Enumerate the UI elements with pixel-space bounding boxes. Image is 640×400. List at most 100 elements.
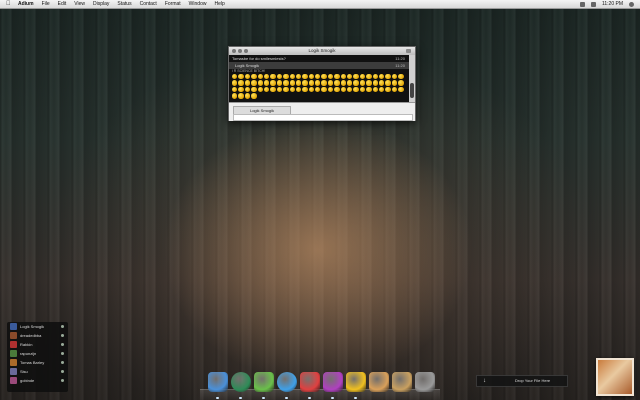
- buddy-avatar: [10, 359, 17, 366]
- minimize-window-icon[interactable]: [238, 49, 242, 53]
- trash-icon[interactable]: [415, 372, 435, 392]
- smiley-emoticon-icon: [340, 74, 347, 80]
- menu-format[interactable]: Format: [165, 0, 181, 8]
- smiley-emoticon-icon: [327, 74, 334, 80]
- spotlight-icon[interactable]: [629, 1, 634, 7]
- apple-menu-icon[interactable]: : [6, 0, 11, 8]
- buddy-avatar: [10, 332, 17, 339]
- buddy-status-icon: [61, 325, 64, 328]
- smiley-emoticon-icon: [372, 86, 378, 93]
- menu-contact[interactable]: Contact: [140, 0, 157, 8]
- toolbar-toggle-icon[interactable]: [406, 49, 411, 53]
- smiley-emoticon-icon: [391, 74, 398, 80]
- smiley-emoticon-icon: [391, 86, 398, 93]
- message-time: 11:20: [395, 56, 405, 61]
- menu-app-name[interactable]: Adium: [18, 0, 34, 8]
- buddy-status-icon: [61, 334, 64, 337]
- finder-icon[interactable]: [208, 372, 228, 392]
- smiley-emoticon-icon: [283, 74, 289, 80]
- smiley-emoticon-icon: [398, 74, 404, 80]
- smiley-emoticon-icon: [366, 74, 372, 80]
- smiley-emoticon-icon: [295, 80, 302, 86]
- smiley-emoticon-icon: [302, 86, 308, 93]
- smiley-emoticon-icon: [257, 80, 263, 86]
- buddy-list-item[interactable]: Logik Smogik: [7, 322, 68, 331]
- globe-icon[interactable]: [231, 372, 251, 392]
- smiley-emoticon-icon: [315, 80, 321, 86]
- message-scrollbar[interactable]: [409, 55, 415, 102]
- message-input[interactable]: [233, 114, 413, 121]
- smiley-emoticon-icon: [238, 80, 244, 86]
- smiley-emoticon-icon: [372, 74, 378, 80]
- smiley-emoticon-icon: [232, 93, 238, 99]
- smiley-emoticon-icon: [308, 74, 315, 80]
- drop-zone[interactable]: ↓ Drop Your File Here: [476, 375, 568, 387]
- wifi-icon[interactable]: [579, 1, 585, 7]
- buddy-list-item[interactable]: Rabkin: [7, 340, 68, 349]
- smiley-emoticon-icon: [283, 80, 289, 86]
- menu-file[interactable]: File: [42, 0, 50, 8]
- smiley-emoticon-icon: [334, 74, 340, 80]
- menu-edit[interactable]: Edit: [58, 0, 67, 8]
- menubar-clock[interactable]: 11:20 PM: [602, 0, 623, 8]
- running-indicator: [285, 397, 288, 399]
- running-indicator: [216, 397, 219, 399]
- zoom-window-icon[interactable]: [244, 49, 248, 53]
- smiley-emoticon-icon: [347, 86, 353, 93]
- buddy-name: Tomas Barley: [20, 360, 45, 365]
- calendar-icon[interactable]: [300, 372, 320, 392]
- close-window-icon[interactable]: [232, 49, 236, 53]
- buddy-avatar: [10, 323, 17, 330]
- safari-icon[interactable]: [277, 372, 297, 392]
- buddy-list-item[interactable]: dreadedbba: [7, 331, 68, 340]
- buddy-list-item[interactable]: gobinde: [7, 376, 68, 385]
- smiley-emoticon-icon: [321, 74, 327, 80]
- message-time: 11:20: [395, 63, 405, 68]
- mail-icon[interactable]: [369, 372, 389, 392]
- smiley-emoticon-icon: [251, 80, 257, 86]
- smiley-emoticon-icon: [251, 74, 257, 80]
- scrollbar-thumb[interactable]: [410, 83, 414, 98]
- lightbulb-icon[interactable]: [346, 372, 366, 392]
- menu-display[interactable]: Display: [93, 0, 109, 8]
- smiley-emoticon-icon: [359, 74, 366, 80]
- smiley-emoticon-icon: [378, 86, 385, 93]
- chat-window-titlebar[interactable]: Logik Smogik: [229, 47, 415, 55]
- smiley-emoticon-icon: [244, 80, 251, 86]
- smiley-emoticon-icon: [289, 86, 295, 93]
- menu-view[interactable]: View: [74, 0, 85, 8]
- buddy-list-item[interactable]: rapunzijn: [7, 349, 68, 358]
- buddy-name: Rabkin: [20, 342, 33, 347]
- smiley-emoticon-icon: [378, 74, 385, 80]
- smiley-emoticon-icon: [276, 74, 283, 80]
- buddy-list-item[interactable]: Tomas Barley: [7, 358, 68, 367]
- chat-window-title: Logik Smogik: [308, 48, 336, 53]
- adium-duck-icon[interactable]: [254, 372, 274, 392]
- menu-window[interactable]: Window: [189, 0, 207, 8]
- smiley-emoticon-icon: [263, 80, 270, 86]
- volume-icon[interactable]: [590, 1, 596, 7]
- dock: [200, 368, 440, 400]
- smiley-emoticon-icon: [276, 80, 283, 86]
- itunes-icon[interactable]: [323, 372, 343, 392]
- smiley-emoticon-icon: [244, 86, 251, 93]
- smiley-emoticon-icon: [353, 74, 359, 80]
- smiley-emoticon-icon: [321, 80, 327, 86]
- buddy-status-icon: [61, 361, 64, 364]
- smiley-emoticon-icon: [359, 80, 366, 86]
- buddy-name: rapunzijn: [20, 351, 37, 356]
- running-indicator: [354, 397, 357, 399]
- smiley-emoticon-icon: [244, 74, 251, 80]
- smiley-emoticon-icon: [302, 80, 308, 86]
- smiley-emoticon-icon: [378, 80, 385, 86]
- desktop-drive-icon[interactable]: [596, 358, 634, 396]
- message-input-bar: Logik Smogik: [229, 102, 415, 121]
- menu-help[interactable]: Help: [214, 0, 224, 8]
- menu-status[interactable]: Status: [117, 0, 131, 8]
- buddy-list-item[interactable]: Sisu: [7, 367, 68, 376]
- smiley-emoticon-icon: [398, 86, 404, 93]
- smiley-emoticon-icon: [270, 86, 276, 93]
- folder-icon[interactable]: [392, 372, 412, 392]
- running-indicator: [239, 397, 242, 399]
- buddy-avatar: [10, 341, 17, 348]
